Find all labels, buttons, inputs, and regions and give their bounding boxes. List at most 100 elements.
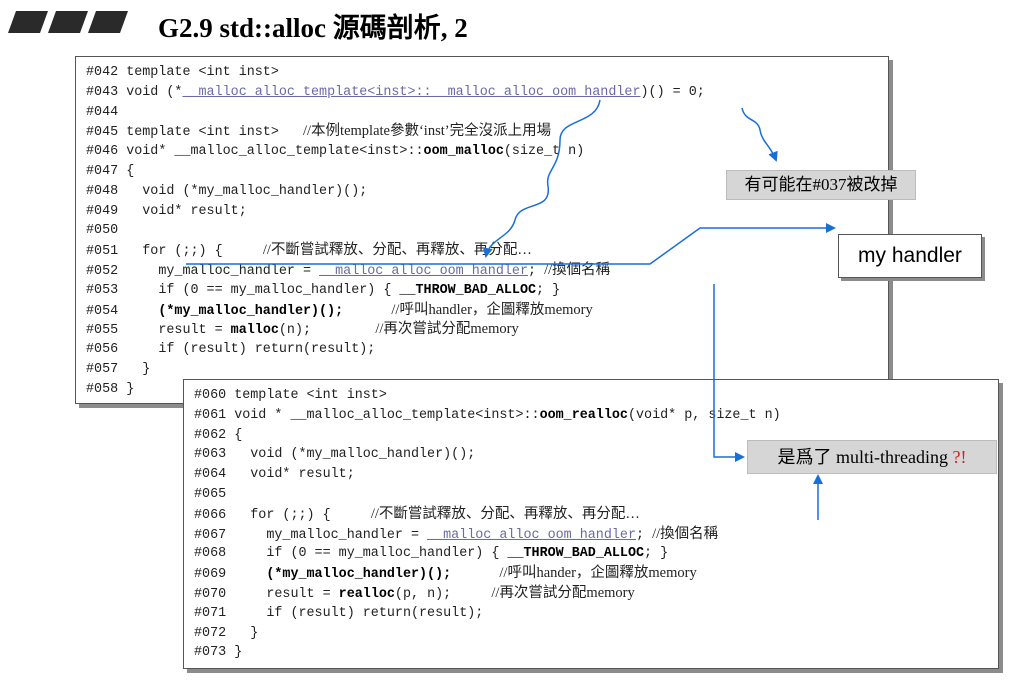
code-line: #054 (*my_malloc_handler)(); //呼叫handler… [86,301,705,321]
line-number: #073 [194,645,227,661]
line-number: #072 [194,625,227,641]
code-block-oom-realloc: #060 template <int inst> #061 void * __ma… [183,379,999,669]
line-number: #048 [86,183,119,199]
code-text: )() = 0; [640,84,705,100]
code-line: #062 { [194,426,781,446]
line-number: #065 [194,486,227,502]
code-text: for (;;) { [234,507,371,523]
page-title: G2.9 std::alloc 源碼剖析, 2 [158,13,468,43]
code-text: result = [234,586,339,602]
code-text: } [126,361,151,377]
line-number: #061 [194,407,227,423]
code-line: #052 my_malloc_handler = __malloc_alloc_… [86,261,705,281]
bold-identifier: realloc [338,586,395,602]
code-text: void* __malloc_alloc_template<inst>:: [126,144,424,160]
line-number: #054 [86,303,119,319]
code-line: #053 if (0 == my_malloc_handler) { __THR… [86,281,705,301]
code-line: #044 [86,103,705,123]
code-text: result = [126,323,231,339]
highlighted-identifier: __malloc_alloc_template<inst>::__malloc_… [182,84,641,100]
bold-identifier: oom_malloc [423,144,504,160]
code-text: ; [528,263,545,279]
code-block-oom-malloc: #042 template <int inst> #043 void (*__ma… [75,56,889,404]
code-comment: //換個名稱 [652,525,719,542]
code-text: (n); [278,323,376,339]
code-text: ; [636,527,653,543]
code-lines: #060 template <int inst> #061 void * __ma… [194,386,781,663]
code-text: void* result; [234,467,355,483]
line-number: #055 [86,323,119,339]
callout-my-handler: my handler [838,234,982,278]
code-text: if (0 == my_malloc_handler) { [126,282,400,298]
code-comment: //不斷嘗試釋放、分配、再釋放、再分配… [370,505,640,522]
code-line: #063 void (*my_malloc_handler)(); [194,445,781,465]
code-line: #048 void (*my_malloc_handler)(); [86,182,705,202]
code-text: } [234,645,243,661]
code-text: void (*my_malloc_handler)(); [234,447,476,463]
callout-may-change: 有可能在#037被改掉 [726,170,916,200]
code-line: #071 if (result) return(result); [194,604,781,624]
code-text: (void* p, size_t n) [627,407,781,423]
code-line: #067 my_malloc_handler = __malloc_alloc_… [194,525,781,545]
code-line: #043 void (*__malloc_alloc_template<inst… [86,83,705,103]
line-number: #045 [86,125,119,141]
line-number: #057 [86,361,119,377]
line-number: #064 [194,467,227,483]
code-text: void * __malloc_alloc_template<inst>:: [234,407,540,423]
callout-question-marks: ?! [952,447,967,467]
code-line: #064 void* result; [194,465,781,485]
code-line: #055 result = malloc(n); //再次嘗試分配memory [86,320,705,340]
line-number: #043 [86,84,119,100]
code-text: } [126,381,135,397]
line-number: #046 [86,144,119,160]
bold-identifier: (*my_malloc_handler)(); [234,567,452,583]
line-number: #042 [86,65,119,80]
line-number: #062 [194,427,227,443]
line-number: #060 [194,388,227,403]
code-text: if (0 == my_malloc_handler) { [234,546,508,562]
code-comment: //呼叫handler，企圖釋放memory [391,301,593,318]
code-lines: #042 template <int inst> #043 void (*__ma… [86,63,705,400]
line-number: #052 [86,263,119,279]
bold-identifier: __THROW_BAD_ALLOC [399,282,537,298]
code-text: { [234,427,243,443]
code-line: #068 if (0 == my_malloc_handler) { __THR… [194,544,781,564]
code-line: #047 { [86,162,705,182]
line-number: #047 [86,163,119,179]
code-comment: //呼叫hander，企圖釋放memory [499,565,697,582]
code-line: #057 } [86,360,705,380]
bold-identifier: oom_realloc [539,407,628,423]
code-line: #045 template <int inst> //本例template參數‘… [86,122,705,142]
line-number: #056 [86,342,119,358]
code-text: void* result; [126,203,247,219]
code-line: #066 for (;;) { //不斷嘗試釋放、分配、再釋放、再分配… [194,505,781,525]
code-line: #065 [194,485,781,505]
line-number: #050 [86,223,119,239]
line-number: #058 [86,381,119,397]
code-text: template <int inst> [126,65,279,80]
line-number: #053 [86,282,119,298]
code-text: for (;;) { [126,244,263,260]
code-text: (size_t n) [503,144,585,160]
line-number: #066 [194,507,227,523]
code-text: } [234,625,259,641]
code-text: void (*my_malloc_handler)(); [126,183,368,199]
callout-multithreading: 是爲了 multi-threading ?! [747,440,997,474]
code-comment: //換個名稱 [544,261,611,278]
code-text: template <int inst> [234,388,387,403]
code-line: #060 template <int inst> [194,386,781,406]
code-text: void (* [126,84,183,100]
line-number: #069 [194,567,227,583]
code-line: #061 void * __malloc_alloc_template<inst… [194,406,781,426]
code-comment: //不斷嘗試釋放、分配、再釋放、再分配… [262,242,532,259]
code-line: #069 (*my_malloc_handler)(); //呼叫hander，… [194,564,781,584]
code-text: if (result) return(result); [234,605,484,621]
callout-multithreading-text: 是爲了 multi-threading [777,447,953,467]
code-line: #049 void* result; [86,202,705,222]
code-comment: //再次嘗試分配memory [375,321,519,338]
code-text: ; } [536,282,561,298]
code-text: if (result) return(result); [126,342,376,358]
code-text: { [126,163,135,179]
code-line: #042 template <int inst> [86,63,705,83]
code-line: #073 } [194,643,781,663]
